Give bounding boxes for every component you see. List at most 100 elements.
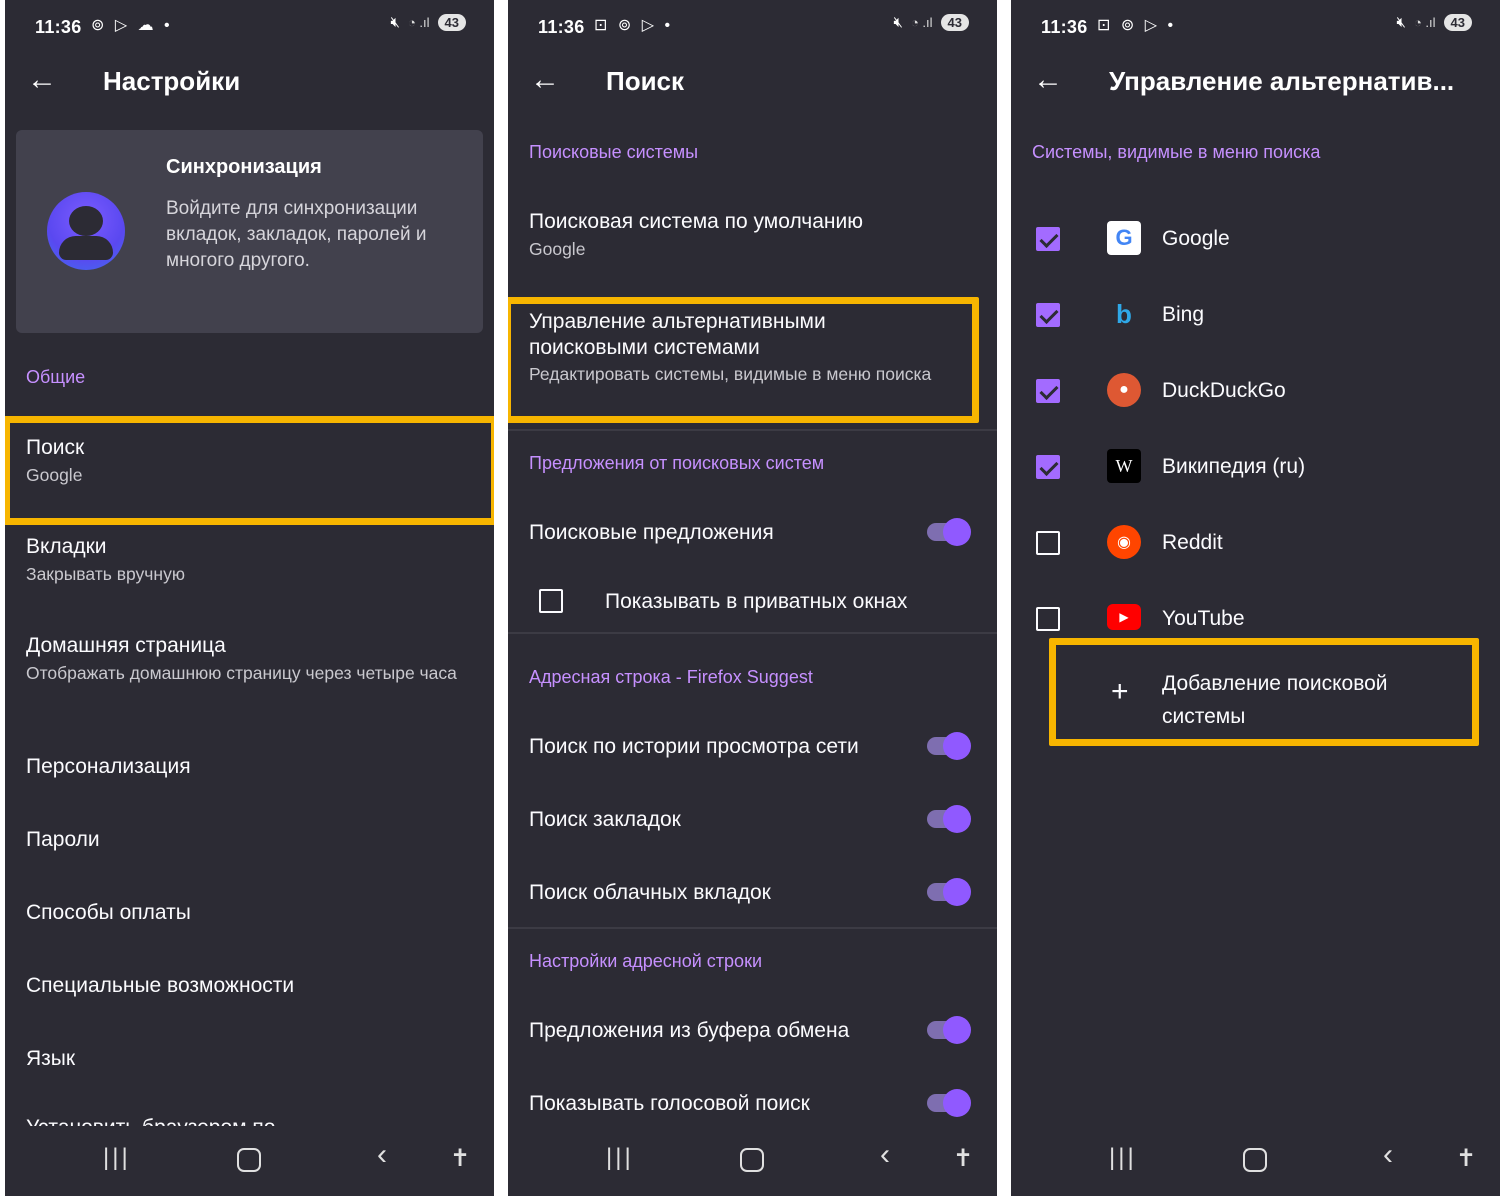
signal-icon: ◔ .ıl (910, 15, 933, 30)
divider (508, 632, 997, 634)
app-bar: ← Управление альтернатив... (1011, 52, 1500, 112)
status-time: 11:36 (538, 17, 585, 37)
nav-back-icon[interactable]: ‹ (880, 1138, 890, 1172)
search-suggestions-toggle[interactable] (927, 518, 971, 546)
back-arrow-icon[interactable]: ← (530, 60, 560, 100)
page-title: Управление альтернатив... (1109, 66, 1455, 96)
settings-item-language[interactable]: Язык (26, 1047, 75, 1071)
sync-card[interactable]: Синхронизация Войдите для синхронизации … (16, 130, 483, 333)
accessibility-icon[interactable]: ✝︎ (953, 1144, 973, 1173)
page-title: Настройки (103, 66, 241, 96)
item-subtitle: Отображать домашнюю страницу через четыр… (26, 663, 457, 683)
voice-search-toggle[interactable] (927, 1089, 971, 1117)
mute-icon: 🔇︎ (1396, 14, 1406, 31)
notification-icons: ⊚ ▷ ☁ • (91, 17, 173, 34)
app-bar: ← Поиск (508, 52, 997, 112)
engine-checkbox[interactable] (1036, 303, 1060, 327)
section-visible-engines: Системы, видимые в меню поиска (1032, 142, 1321, 162)
history-search-toggle[interactable] (927, 732, 971, 760)
clipboard-suggestions-label: Предложения из буфера обмена (529, 1019, 850, 1042)
item-title: Домашняя страница (26, 634, 226, 657)
engine-name: Google (1162, 227, 1230, 250)
show-private-label: Показывать в приватных окнах (605, 590, 908, 613)
recents-icon[interactable]: ||| (1109, 1144, 1137, 1172)
recents-icon[interactable]: ||| (606, 1144, 634, 1172)
highlight-frame (508, 297, 979, 423)
system-nav-bar: ||| ‹ ✝︎ (508, 1126, 997, 1196)
bookmarks-search-toggle[interactable] (927, 805, 971, 833)
cloud-tabs-search-toggle[interactable] (927, 878, 971, 906)
engine-checkbox[interactable] (1036, 227, 1060, 251)
engine-checkbox[interactable] (1036, 379, 1060, 403)
accessibility-icon[interactable]: ✝︎ (450, 1144, 470, 1173)
settings-item-customization[interactable]: Персонализация (26, 755, 191, 779)
account-avatar-icon (47, 192, 125, 270)
system-nav-bar: ||| ‹ ✝︎ (5, 1126, 494, 1196)
engine-name: Bing (1162, 303, 1205, 326)
item-title: Поисковая система по умолчанию (529, 210, 863, 233)
signal-icon: ◔ .ıl (1413, 15, 1436, 30)
clipboard-suggestions-toggle[interactable] (927, 1016, 971, 1044)
signal-icon: ◔ .ıl (407, 15, 430, 30)
recents-icon[interactable]: ||| (103, 1144, 131, 1172)
mute-icon: 🔇︎ (893, 14, 903, 31)
engine-name: YouTube (1162, 607, 1245, 630)
bookmarks-search-label: Поиск закладок (529, 808, 681, 831)
status-bar: 11:36 ⊚ ▷ ☁ • 🔇︎ ◔ .ıl 43 (5, 0, 494, 52)
notification-icons: ⊡ ⊚ ▷ • (1097, 17, 1177, 34)
engine-name: DuckDuckGo (1162, 379, 1286, 402)
show-private-checkbox[interactable] (539, 589, 563, 613)
engine-name: Википедия (ru) (1162, 455, 1306, 478)
home-icon[interactable] (740, 1148, 764, 1172)
item-subtitle: Закрывать вручную (26, 564, 185, 584)
cloud-tabs-search-label: Поиск облачных вкладок (529, 881, 771, 904)
engine-name: Reddit (1162, 531, 1223, 554)
nav-back-icon[interactable]: ‹ (1383, 1138, 1393, 1172)
notification-icons: ⊡ ⊚ ▷ • (594, 17, 674, 34)
section-suggestions: Предложения от поисковых систем (529, 453, 825, 473)
status-time: 11:36 (35, 17, 82, 37)
settings-item-payment-methods[interactable]: Способы оплаты (26, 901, 191, 925)
history-search-label: Поиск по истории просмотра сети (529, 735, 859, 758)
nav-back-icon[interactable]: ‹ (377, 1138, 387, 1172)
section-general: Общие (26, 367, 86, 387)
bing-icon: b (1116, 298, 1132, 329)
engine-checkbox[interactable] (1036, 607, 1060, 631)
home-icon[interactable] (237, 1148, 261, 1172)
settings-item-passwords[interactable]: Пароли (26, 828, 100, 852)
item-title: Вкладки (26, 535, 107, 558)
engine-checkbox[interactable] (1036, 531, 1060, 555)
back-arrow-icon[interactable]: ← (27, 60, 57, 100)
battery-badge: 43 (1443, 14, 1472, 31)
sync-description: Войдите для синхронизации вкладок, закла… (166, 198, 427, 271)
status-time: 11:36 (1041, 17, 1088, 37)
home-icon[interactable] (1243, 1148, 1267, 1172)
voice-search-label: Показывать голосовой поиск (529, 1092, 810, 1115)
battery-badge: 43 (940, 14, 969, 31)
engine-checkbox[interactable] (1036, 455, 1060, 479)
sync-title: Синхронизация (166, 156, 322, 178)
settings-screen: 11:36 ⊚ ▷ ☁ • 🔇︎ ◔ .ıl 43 ← Настройки Си… (5, 0, 494, 1196)
reddit-icon: ◉ (1107, 525, 1141, 559)
search-suggestions-label: Поисковые предложения (529, 521, 774, 544)
section-search-engines: Поисковые системы (529, 142, 699, 162)
battery-badge: 43 (437, 14, 466, 31)
divider (508, 429, 997, 431)
highlight-frame (5, 416, 494, 525)
duckduckgo-icon: ● (1107, 373, 1141, 407)
system-nav-bar: ||| ‹ ✝︎ (1011, 1126, 1500, 1196)
youtube-icon: ▶ (1107, 604, 1141, 630)
accessibility-icon[interactable]: ✝︎ (1456, 1144, 1476, 1173)
mute-icon: 🔇︎ (390, 14, 400, 31)
section-address-bar-settings: Настройки адресной строки (529, 951, 762, 971)
manage-engines-screen: 11:36 ⊡ ⊚ ▷ • 🔇︎ ◔ .ıl 43 ← Управление а… (1011, 0, 1500, 1196)
status-bar: 11:36 ⊡ ⊚ ▷ • 🔇︎ ◔ .ıl 43 (1011, 0, 1500, 52)
back-arrow-icon[interactable]: ← (1033, 60, 1063, 100)
wikipedia-icon: W (1107, 449, 1141, 483)
search-settings-screen: 11:36 ⊡ ⊚ ▷ • 🔇︎ ◔ .ıl 43 ← Поиск Поиско… (508, 0, 997, 1196)
page-title: Поиск (606, 66, 685, 96)
google-icon: G (1107, 221, 1141, 255)
settings-item-accessibility[interactable]: Специальные возможности (26, 974, 294, 998)
status-bar: 11:36 ⊡ ⊚ ▷ • 🔇︎ ◔ .ıl 43 (508, 0, 997, 52)
item-subtitle: Google (529, 239, 586, 259)
